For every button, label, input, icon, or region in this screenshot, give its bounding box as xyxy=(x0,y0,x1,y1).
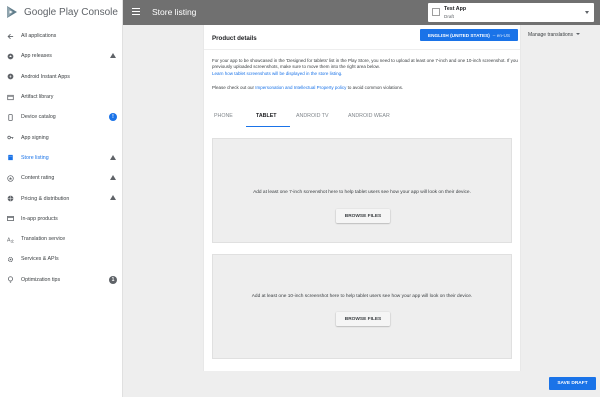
sidebar-item-label: Device catalog xyxy=(21,114,56,121)
bulb-icon xyxy=(7,276,14,283)
chevron-down-icon xyxy=(585,11,589,14)
tablet-screenshots-link[interactable]: Learn how tablet screenshots will be dis… xyxy=(212,71,342,76)
dropzone-7-inch[interactable]: Add at least one 7-inch screenshot here … xyxy=(212,138,512,243)
tab-phone[interactable]: PHONE xyxy=(214,113,233,119)
sidebar-item-label: Android Instant Apps xyxy=(21,73,70,80)
sidebar-item-in-app-products[interactable]: In-app products xyxy=(0,209,122,229)
notification-badge: 1 xyxy=(109,275,117,284)
app-selector[interactable]: Test App Draft xyxy=(428,3,594,22)
manage-translations-label: Manage translations xyxy=(528,32,574,38)
dropzone-10-inch[interactable]: Add at least one 10-inch screenshot here… xyxy=(212,254,512,359)
sidebar-item-android-instant-apps[interactable]: Android Instant Apps xyxy=(0,67,122,87)
page-title: Store listing xyxy=(152,7,197,17)
language-label: ENGLISH (UNITED STATES) xyxy=(427,32,490,38)
warning-icon xyxy=(110,175,116,181)
translate-icon: A文 xyxy=(7,236,14,243)
sidebar-item-app-releases[interactable]: App releases xyxy=(0,46,122,66)
sidebar-item-device-catalog[interactable]: Device catalog! xyxy=(0,107,122,127)
policy-prefix: Please check out our xyxy=(212,84,256,90)
sidebar-item-label: Content rating xyxy=(21,175,55,182)
sidebar-item-services-apis[interactable]: Services & APIs xyxy=(0,249,122,269)
play-console-logo-icon xyxy=(6,5,18,19)
device-tabs: PHONE TABLET ANDROID TV ANDROID WEAR xyxy=(212,113,512,128)
notification-badge: ! xyxy=(109,113,117,122)
sidebar-item-optimization-tips[interactable]: Optimization tips 1 xyxy=(0,270,122,290)
sidebar: Google Play Console All applications App … xyxy=(0,0,123,397)
browse-files-button[interactable]: BROWSE FILES xyxy=(336,209,390,223)
folder-icon xyxy=(7,94,14,101)
gear-icon xyxy=(7,256,14,263)
app-icon xyxy=(432,8,440,16)
browse-files-button[interactable]: BROWSE FILES xyxy=(336,312,390,326)
sidebar-item-label: App signing xyxy=(21,134,49,141)
sidebar-item-label: Pricing & distribution xyxy=(21,195,70,202)
bolt-icon xyxy=(7,73,14,80)
app-name: Test App xyxy=(444,6,467,12)
dropzone-text: Add at least one 7-inch screenshot here … xyxy=(253,190,471,195)
sidebar-item-label: All applications xyxy=(21,33,57,40)
tab-tablet[interactable]: TABLET xyxy=(256,113,277,119)
brand-title: Google Play Console xyxy=(24,6,118,18)
sidebar-item-store-listing[interactable]: Store listing xyxy=(0,148,122,168)
star-icon xyxy=(7,175,14,182)
warning-icon xyxy=(110,154,116,160)
sidebar-item-app-signing[interactable]: App signing xyxy=(0,127,122,147)
active-tab-indicator xyxy=(246,126,290,128)
card-icon xyxy=(7,215,14,222)
svg-text:文: 文 xyxy=(11,238,15,242)
menu-icon[interactable] xyxy=(132,8,140,15)
chevron-down-icon xyxy=(576,33,581,35)
language-code: – en-US xyxy=(492,32,510,38)
top-bar: Store listing Test App Draft xyxy=(123,0,600,25)
card-header: Product details ENGLISH (UNITED STATES) … xyxy=(204,25,581,50)
save-draft-button[interactable]: SAVE DRAFT xyxy=(549,377,596,390)
dropzone-text: Add at least one 10-inch screenshot here… xyxy=(251,294,473,299)
language-button[interactable]: ENGLISH (UNITED STATES) – en-US xyxy=(420,29,518,41)
sidebar-item-all-applications[interactable]: All applications xyxy=(0,26,122,46)
arrow-left-icon xyxy=(7,33,14,40)
sidebar-item-content-rating[interactable]: Content rating xyxy=(0,168,122,188)
app-status: Draft xyxy=(444,14,454,19)
product-details-card: Product details ENGLISH (UNITED STATES) … xyxy=(203,25,581,371)
policy-link[interactable]: Impersonation and Intellectual Property … xyxy=(255,85,346,90)
sidebar-item-translation-service[interactable]: A 文 Translation service xyxy=(0,229,122,249)
rocket-icon xyxy=(7,53,14,60)
tab-android-tv[interactable]: ANDROID TV xyxy=(296,113,329,119)
policy-suffix: to avoid common violations. xyxy=(346,84,404,90)
phone-icon xyxy=(7,114,14,121)
brand[interactable]: Google Play Console xyxy=(0,1,122,23)
globe-icon xyxy=(7,195,14,202)
sidebar-item-pricing-distribution[interactable]: Pricing & distribution xyxy=(0,188,122,208)
sidebar-nav: All applications App releases Android Inst… xyxy=(0,26,122,290)
tab-android-wear[interactable]: ANDROID WEAR xyxy=(348,113,390,119)
manage-translations-button[interactable]: Manage translations xyxy=(528,32,581,38)
sidebar-item-label: Artifact library xyxy=(21,94,54,101)
key-icon xyxy=(7,134,14,141)
sidebar-item-label: Services & APIs xyxy=(21,256,59,263)
sidebar-item-label: In-app products xyxy=(21,215,58,222)
warning-icon xyxy=(110,195,116,201)
store-icon xyxy=(7,154,14,161)
warning-icon xyxy=(110,53,116,59)
sidebar-item-label: Translation service xyxy=(21,236,66,243)
main-content: Product details ENGLISH (UNITED STATES) … xyxy=(123,25,600,397)
sidebar-item-artifact-library[interactable]: Artifact library xyxy=(0,87,122,107)
sidebar-item-label: App releases xyxy=(21,53,52,60)
sidebar-item-label: Store listing xyxy=(21,154,49,161)
section-title: Product details xyxy=(212,35,257,42)
sidebar-item-label: Optimization tips xyxy=(21,276,61,283)
info-text: For your app to be showcased in the 'Des… xyxy=(212,58,557,91)
